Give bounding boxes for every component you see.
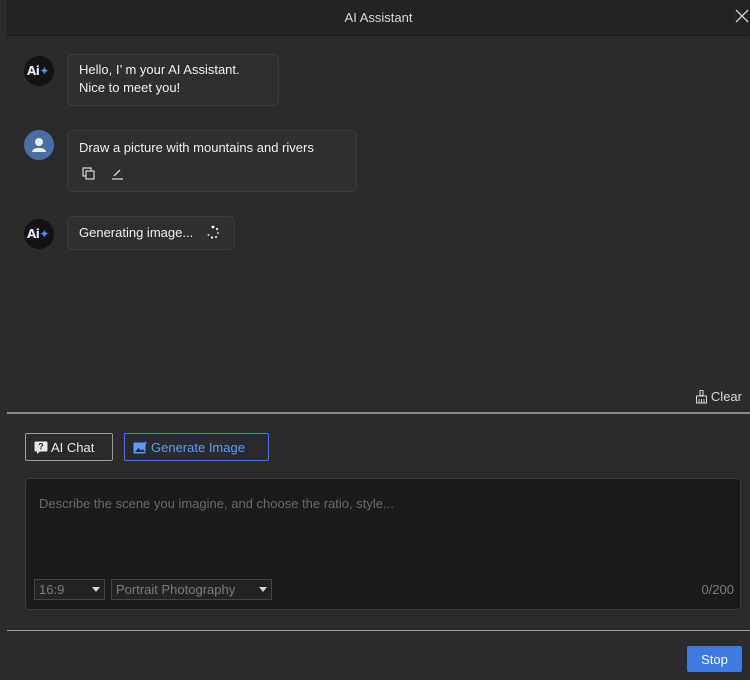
assistant-message-bubble: Generating image... — [67, 216, 235, 250]
prompt-placeholder: Describe the scene you imagine, and choo… — [39, 496, 394, 511]
help-chat-icon: ? — [34, 441, 48, 454]
prompt-input-box[interactable]: Describe the scene you imagine, and choo… — [25, 478, 741, 610]
ai-chat-tab[interactable]: ? AI Chat — [25, 433, 113, 461]
ai-logo-icon: Ai✦ — [27, 64, 49, 78]
window-title: AI Assistant — [344, 10, 413, 25]
ai-logo-icon: Ai✦ — [27, 227, 49, 241]
message-line: Nice to meet you! — [79, 80, 181, 95]
assistant-message-bubble: Hello, I’ m your AI Assistant. Nice to m… — [67, 54, 279, 106]
user-avatar — [24, 130, 54, 160]
person-icon — [32, 138, 46, 152]
stop-button[interactable]: Stop — [687, 646, 742, 672]
edit-icon[interactable] — [111, 167, 124, 185]
generate-image-label: Generate Image — [151, 439, 245, 455]
chevron-down-icon — [92, 587, 100, 592]
message-text: Generating image... — [79, 225, 194, 240]
char-counter: 0/200 — [701, 582, 734, 597]
title-bar: AI Assistant — [7, 0, 750, 36]
loading-spinner-icon — [206, 225, 220, 244]
message-text: Draw a picture with mountains and rivers — [79, 140, 314, 155]
ai-chat-label: AI Chat — [51, 439, 95, 455]
message-line: Hello, I’ m your AI Assistant. — [79, 62, 240, 77]
user-message-bubble: Draw a picture with mountains and rivers — [67, 130, 357, 192]
svg-text:?: ? — [38, 441, 44, 451]
broom-icon — [695, 389, 707, 403]
composer-panel: ? AI Chat Generate Image Describe the sc… — [7, 414, 750, 630]
ratio-value: 16:9 — [39, 582, 65, 597]
clear-button[interactable]: Clear — [695, 389, 742, 404]
ratio-select[interactable]: 16:9 — [34, 579, 105, 600]
generate-image-tab[interactable]: Generate Image — [124, 433, 269, 461]
chat-area: Ai✦ Hello, I’ m your AI Assistant. Nice … — [7, 36, 750, 412]
clear-label: Clear — [710, 389, 742, 404]
style-select[interactable]: Portrait Photography — [111, 579, 272, 600]
footer: Stop — [7, 631, 750, 680]
ai-avatar: Ai✦ — [24, 219, 54, 249]
style-value: Portrait Photography — [116, 582, 236, 597]
chevron-down-icon — [259, 587, 267, 592]
copy-icon[interactable] — [82, 167, 95, 185]
image-sparkle-icon — [133, 440, 148, 453]
ai-avatar: Ai✦ — [24, 56, 54, 86]
close-icon[interactable] — [734, 8, 750, 24]
